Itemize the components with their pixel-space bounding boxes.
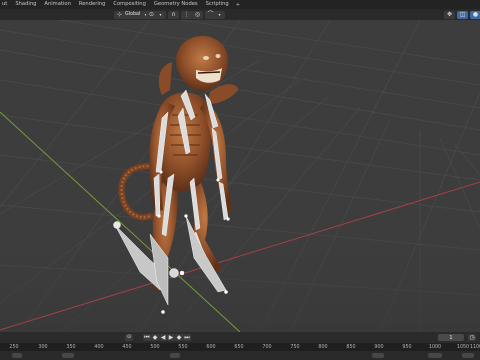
- clock-icon: ◷: [469, 333, 475, 341]
- tab-animation[interactable]: Animation: [40, 0, 74, 9]
- proportional-falloff-dropdown[interactable]: ⌒ ▾: [205, 10, 225, 19]
- frame-ruler[interactable]: 250 300 350 400 450 500 550 600 650 700 …: [0, 343, 480, 351]
- gizmo-icon: ✥: [446, 10, 453, 18]
- next-keyframe-button[interactable]: ◆: [175, 334, 183, 341]
- ruler-label: 1050: [456, 344, 470, 350]
- tab-rendering[interactable]: Rendering: [75, 0, 110, 9]
- ruler-label: 600: [206, 344, 216, 350]
- add-workspace-button[interactable]: +: [233, 2, 243, 8]
- ruler-label: 550: [178, 344, 188, 350]
- ruler-label: 1000: [428, 344, 442, 350]
- viewport-display-group: ✥ ◫ ●: [444, 10, 480, 19]
- track-handle[interactable]: [62, 353, 74, 358]
- falloff-icon: ⌒: [207, 10, 214, 18]
- ruler-label: 900: [374, 344, 384, 350]
- grid-snap-icon: ⋮: [183, 10, 190, 18]
- ruler-label: 350: [66, 344, 76, 350]
- tab-geometry-nodes[interactable]: Geometry Nodes: [150, 0, 202, 9]
- timeline-track[interactable]: [0, 351, 480, 360]
- proportional-icon: ◎: [194, 10, 201, 18]
- record-icon: ⊙: [126, 334, 132, 340]
- play-reverse-icon: ◀: [160, 333, 166, 341]
- magnet-icon: ∩: [171, 10, 176, 18]
- ruler-label: 250: [9, 344, 19, 350]
- tab-layout[interactable]: ut: [0, 0, 11, 9]
- overlay-toggle[interactable]: ◫: [457, 10, 468, 19]
- track-handle[interactable]: [12, 353, 22, 358]
- ruler-label: 800: [318, 344, 328, 350]
- current-frame-field[interactable]: 1: [438, 334, 464, 341]
- jump-end-button[interactable]: ⏭: [183, 334, 191, 341]
- overlay-icon: ◫: [459, 10, 466, 18]
- timeline-controls: ⊙ ⏮ ◆ ◀ ▶ ◆ ⏭ 1 ◷: [0, 332, 480, 343]
- play-button[interactable]: ▶: [167, 334, 175, 341]
- tab-compositing[interactable]: Compositing: [109, 0, 150, 9]
- ruler-label: 450: [122, 344, 132, 350]
- 3d-viewport[interactable]: [0, 20, 480, 332]
- orientation-value: Global: [125, 12, 141, 17]
- ruler-label: 300: [38, 344, 48, 350]
- ruler-label: 400: [94, 344, 104, 350]
- workspace-tab-bar: ut Shading Animation Rendering Compositi…: [0, 0, 480, 9]
- viewport-header: ⊹ Global ▾ ⊙ ▾ ∩ ⋮ ▾ ◎ ⌒ ▾ ✥ ◫: [0, 9, 480, 20]
- snap-toggle[interactable]: ∩: [168, 10, 179, 19]
- pivot-icon: ⊙: [148, 10, 155, 18]
- chevron-down-icon: ▾: [218, 11, 221, 17]
- ruler-label: 750: [290, 344, 300, 350]
- ruler-label: 700: [262, 344, 272, 350]
- tab-scripting[interactable]: Scripting: [202, 0, 233, 9]
- shading-solid-toggle[interactable]: ●: [470, 10, 480, 19]
- gizmo-toggle[interactable]: ✥: [444, 10, 455, 19]
- jump-end-icon: ⏭: [184, 333, 190, 341]
- track-handle[interactable]: [372, 353, 384, 358]
- ruler-label: 500: [150, 344, 160, 350]
- play-reverse-button[interactable]: ◀: [159, 334, 167, 341]
- jump-start-button[interactable]: ⏮: [143, 334, 151, 341]
- next-keyframe-icon: ◆: [176, 333, 182, 341]
- track-handle[interactable]: [462, 353, 474, 358]
- pivot-point-dropdown[interactable]: ⊙ ▾: [146, 10, 166, 19]
- ruler-label: 1100: [469, 344, 480, 350]
- viewport-scene: [0, 20, 480, 332]
- prev-keyframe-icon: ◆: [152, 333, 158, 341]
- auto-key-button[interactable]: ⊙: [125, 334, 133, 341]
- proportional-group: ◎ ⌒ ▾: [192, 10, 225, 19]
- jump-start-icon: ⏮: [144, 333, 150, 341]
- ruler-label: 650: [234, 344, 244, 350]
- track-handle[interactable]: [428, 353, 442, 358]
- axes-icon: ⊹: [116, 10, 123, 18]
- tab-shading[interactable]: Shading: [11, 0, 40, 9]
- chevron-down-icon: ▾: [159, 11, 162, 17]
- ruler-label: 950: [402, 344, 412, 350]
- play-icon: ▶: [168, 333, 174, 341]
- track-handle[interactable]: [170, 353, 180, 358]
- current-frame-value: 1: [449, 334, 453, 341]
- ruler-label: 850: [346, 344, 356, 350]
- proportional-editing-toggle[interactable]: ◎: [192, 10, 203, 19]
- prev-keyframe-button[interactable]: ◆: [151, 334, 159, 341]
- clock-button[interactable]: ◷: [468, 334, 476, 341]
- sphere-icon: ●: [472, 10, 479, 18]
